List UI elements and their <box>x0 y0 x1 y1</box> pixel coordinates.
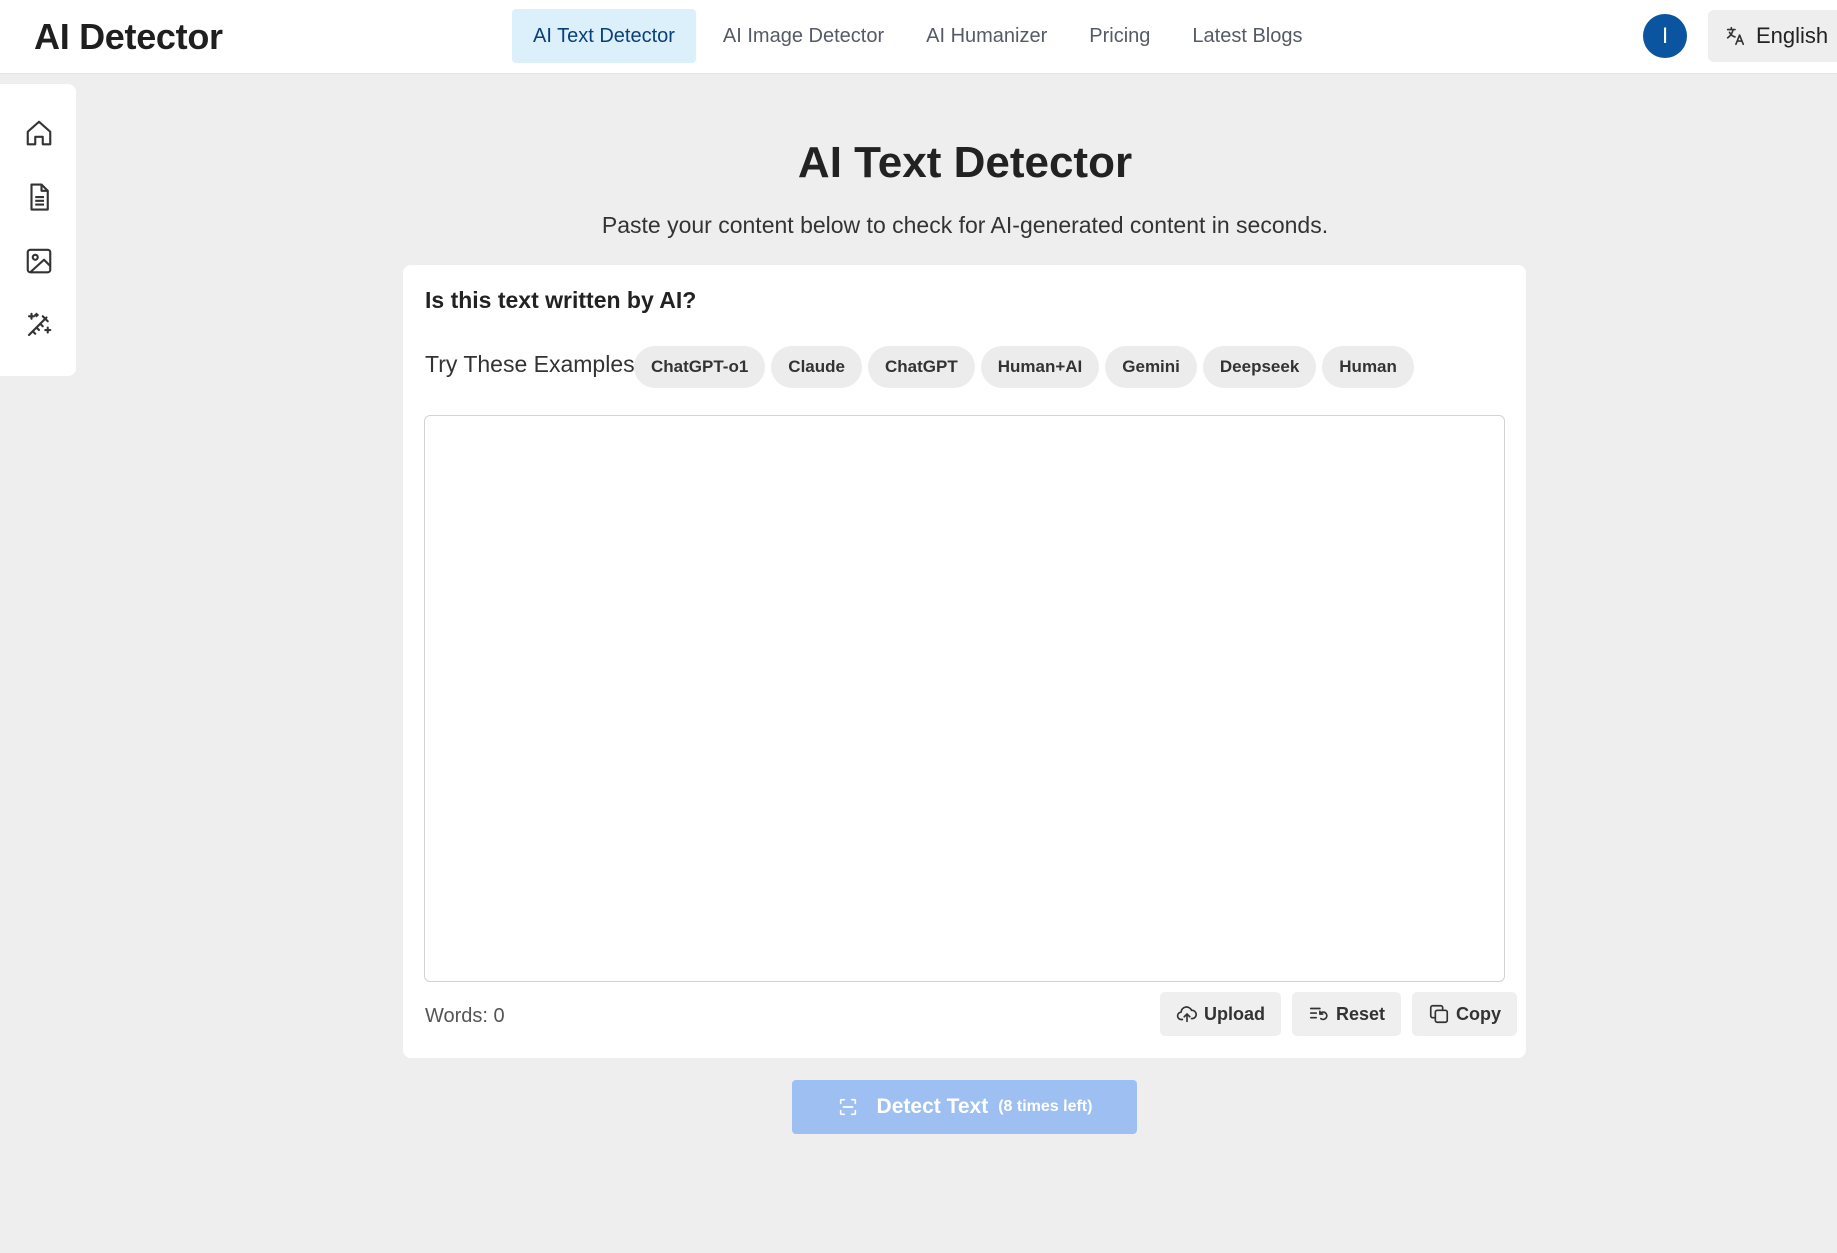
nav-ai-text-detector[interactable]: AI Text Detector <box>512 9 696 63</box>
language-selector[interactable]: English <box>1708 10 1837 62</box>
nav-latest-blogs[interactable]: Latest Blogs <box>1171 9 1323 63</box>
detect-text-button[interactable]: Detect Text (8 times left) <box>792 1080 1137 1134</box>
nav-ai-humanizer[interactable]: AI Humanizer <box>905 9 1068 63</box>
example-chip-human[interactable]: Human <box>1322 346 1414 388</box>
text-actions: Upload Reset Copy <box>1160 992 1518 1036</box>
image-icon[interactable] <box>22 244 56 278</box>
text-input[interactable] <box>424 415 1505 982</box>
detector-card: Is this text written by AI? Try These Ex… <box>403 265 1526 1058</box>
example-chip-deepseek[interactable]: Deepseek <box>1202 346 1317 388</box>
upload-button[interactable]: Upload <box>1160 992 1281 1036</box>
translate-icon <box>1726 26 1745 46</box>
nav-ai-image-detector[interactable]: AI Image Detector <box>702 9 905 63</box>
page-subtitle: Paste your content below to check for AI… <box>601 212 1329 238</box>
avatar-initial: I <box>1661 23 1669 48</box>
cloud-upload-icon <box>1176 1006 1197 1023</box>
copy-label: Copy <box>1456 1003 1502 1024</box>
reset-button[interactable]: Reset <box>1292 992 1402 1036</box>
top-header: AI Detector AI Text Detector AI Image De… <box>0 0 1837 74</box>
copy-icon <box>1429 1004 1449 1024</box>
magic-wand-icon[interactable] <box>22 308 56 342</box>
copy-button[interactable]: Copy <box>1412 992 1518 1036</box>
examples-label: Try These Examples: <box>425 351 642 377</box>
example-chip-chatgpt-o1[interactable]: ChatGPT-o1 <box>634 346 766 388</box>
detect-text-label: Detect Text <box>876 1095 989 1118</box>
reset-icon <box>1309 1007 1328 1021</box>
example-chip-chatgpt[interactable]: ChatGPT <box>867 346 975 388</box>
example-chip-gemini[interactable]: Gemini <box>1105 346 1197 388</box>
word-count: Words: 0 <box>425 1005 505 1027</box>
example-chip-claude[interactable]: Claude <box>771 346 862 388</box>
user-avatar[interactable]: I <box>1643 14 1687 58</box>
nav-pricing[interactable]: Pricing <box>1068 9 1171 63</box>
upload-label: Upload <box>1204 1003 1265 1024</box>
detect-remaining-count: (8 times left) <box>998 1098 1093 1115</box>
language-label: English <box>1756 23 1829 48</box>
main-nav: AI Text Detector AI Image Detector AI Hu… <box>512 9 1323 63</box>
scan-icon <box>839 1098 856 1116</box>
reset-label: Reset <box>1336 1003 1386 1024</box>
site-logo[interactable]: AI Detector <box>34 16 223 58</box>
example-chips: ChatGPT-o1 Claude ChatGPT Human+AI Gemin… <box>634 346 1420 388</box>
card-title: Is this text written by AI? <box>425 287 697 313</box>
page-title: AI Text Detector <box>797 138 1133 187</box>
example-chip-human-ai[interactable]: Human+AI <box>980 346 1100 388</box>
